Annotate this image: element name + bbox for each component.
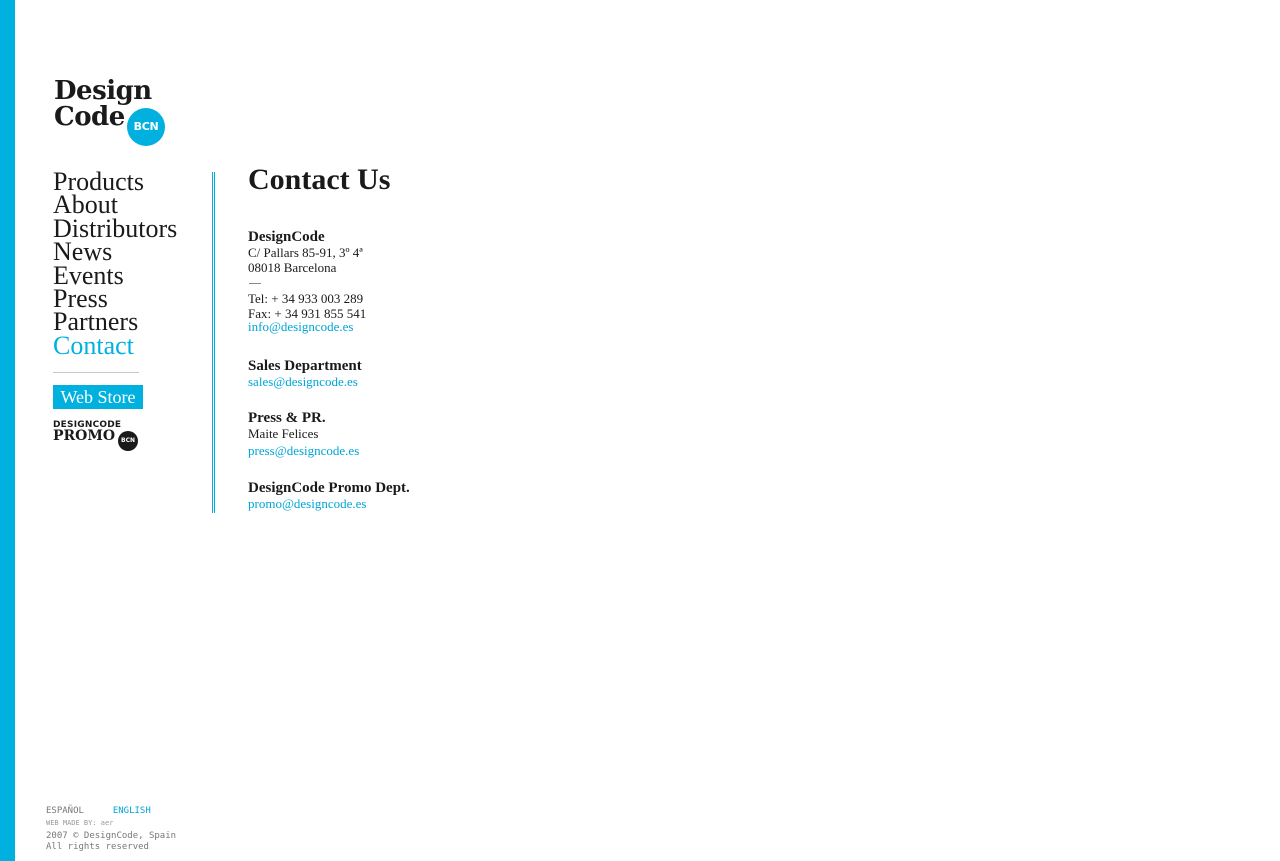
press-contact-name: Maite Felices <box>248 426 319 441</box>
address-line-2: 08018 Barcelona <box>248 260 337 275</box>
main-nav: Products About Distributors News Events … <box>53 168 203 358</box>
accent-sidebar-bar <box>0 0 15 861</box>
company-contact-block: DesignCode C/ Pallars 85-91, 3º 4ª 08018… <box>248 229 648 334</box>
phone-number: Tel: + 34 933 003 289 <box>248 291 364 306</box>
rights-text: All rights reserved <box>46 842 149 852</box>
promo-bcn-badge-icon: BCN <box>118 431 138 451</box>
designcode-promo-logo[interactable]: DESIGNCODE PROMO BCN <box>53 420 143 452</box>
sales-email-link[interactable]: sales@designcode.es <box>248 374 648 389</box>
info-email-link[interactable]: info@designcode.es <box>248 319 648 334</box>
lang-espanol-link[interactable]: ESPAÑOL <box>46 806 84 816</box>
language-switcher: ESPAÑOL ENGLISH <box>46 798 346 817</box>
web-store-button[interactable]: Web Store <box>53 385 143 409</box>
contact-content: Contact Us DesignCode C/ Pallars 85-91, … <box>248 162 848 511</box>
lang-english-link[interactable]: ENGLISH <box>113 806 151 816</box>
promo-dept-heading: DesignCode Promo Dept. <box>248 480 410 496</box>
designcode-logo[interactable]: Design Code BCN <box>54 78 174 148</box>
promo-logo-bottom-text: PROMO <box>53 428 116 444</box>
page: Design Code BCN Products About Distribut… <box>0 0 1280 861</box>
copyright-text: 2007 © DesignCode, Spain <box>46 831 177 841</box>
press-heading: Press & PR. <box>248 410 326 426</box>
web-made-by[interactable]: WEB MADE BY: aer <box>46 817 346 829</box>
sales-block: Sales Department sales@designcode.es <box>248 358 648 389</box>
company-name: DesignCode <box>248 229 325 245</box>
promo-dept-block: DesignCode Promo Dept. promo@designcode.… <box>248 480 648 511</box>
address-line-1: C/ Pallars 85-91, 3º 4ª <box>248 245 363 260</box>
vertical-divider <box>212 172 213 513</box>
bcn-badge-icon: BCN <box>127 108 165 146</box>
vertical-divider-inner <box>214 172 215 513</box>
logo-text-design: Design <box>54 76 152 106</box>
press-email-link[interactable]: press@designcode.es <box>248 443 648 458</box>
sales-heading: Sales Department <box>248 358 362 374</box>
nav-item-contact[interactable]: Contact <box>53 332 203 358</box>
promo-email-link[interactable]: promo@designcode.es <box>248 496 648 511</box>
separator-dash <box>249 283 261 284</box>
footer: ESPAÑOL ENGLISH WEB MADE BY: aer 2007 © … <box>46 798 346 853</box>
nav-divider <box>53 372 139 373</box>
press-block: Press & PR. Maite Felices press@designco… <box>248 410 648 458</box>
page-title: Contact Us <box>248 163 391 196</box>
